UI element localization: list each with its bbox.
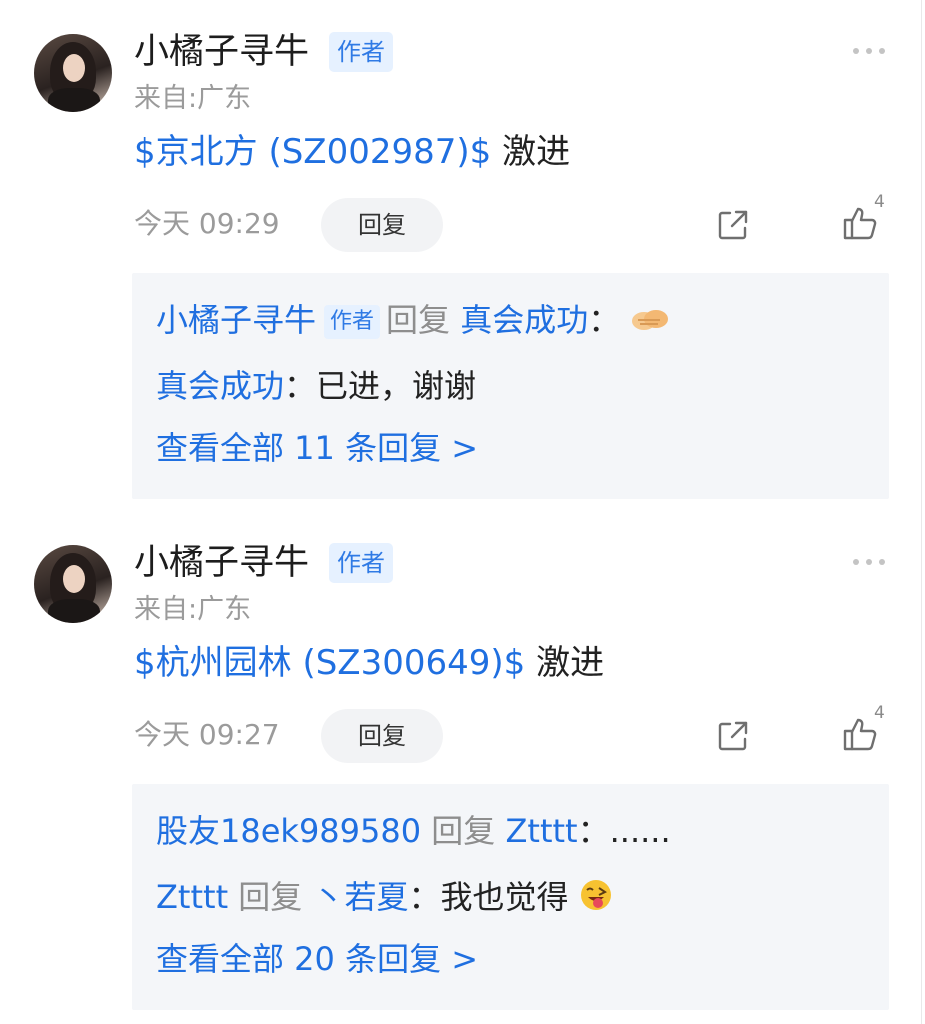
avatar[interactable] [34,34,112,112]
comment-content: $杭州园林 (SZ300649)$ 激进 [134,641,604,685]
reply-target[interactable]: Ztttt [505,812,577,850]
comment-text: 激进 [525,643,605,683]
reply-verb: 回复 [386,301,451,339]
reply-target[interactable]: 真会成功 [460,301,588,339]
reply-button[interactable]: 回复 [321,198,443,252]
author-name[interactable]: 小橘子寻牛 [134,30,309,74]
share-icon[interactable] [716,719,750,753]
reply-verb: 回复 [238,878,303,916]
stock-tag-link[interactable]: $杭州园林 (SZ300649)$ [134,643,525,683]
more-options-icon[interactable] [853,559,885,565]
view-all-replies-link[interactable]: 查看全部 11 条回复 > [156,426,478,470]
reply-colon: ： [284,367,317,405]
replies-panel: 小橘子寻牛 作者 回复 真会成功： 真会成功：已进，谢谢 查看全部 11 条回复 > [132,273,889,499]
comment-post: 小橘子寻牛 作者 来自:广东 $杭州园林 (SZ300649)$ 激进 今天 0… [0,511,925,1023]
reply-colon: ： [577,812,610,850]
avatar[interactable] [34,545,112,623]
timestamp: 今天 09:29 [134,207,280,240]
handshake-emoji-icon [632,310,669,330]
comment-content: $京北方 (SZ002987)$ 激进 [134,130,570,174]
timestamp: 今天 09:27 [134,718,280,751]
winking-tongue-emoji-icon [580,880,611,910]
replies-panel: 股友18ek989580 回复 Ztttt：...... Ztttt 回复 丶若… [132,784,889,1010]
like-count: 4 [874,192,885,212]
reply-target[interactable]: 丶若夏 [312,878,408,916]
author-name[interactable]: 小橘子寻牛 [134,541,309,585]
comment-post: 小橘子寻牛 作者 来自:广东 $京北方 (SZ002987)$ 激进 今天 09… [0,0,925,512]
location-label: 来自:广东 [134,83,252,114]
reply-author[interactable]: 真会成功 [156,367,284,405]
reply-author[interactable]: Ztttt [156,878,228,916]
like-count: 4 [874,703,885,723]
view-all-replies-link[interactable]: 查看全部 20 条回复 > [156,937,478,981]
reply-item[interactable]: Ztttt 回复 丶若夏：我也觉得 [156,875,613,919]
reply-colon: ： [408,878,441,916]
author-badge: 作者 [329,543,393,583]
reply-verb: 回复 [431,812,496,850]
reply-button[interactable]: 回复 [321,709,443,763]
author-badge: 作者 [329,32,393,72]
reply-colon: ： [588,301,621,339]
reply-text: ...... [609,812,671,850]
location-label: 来自:广东 [134,594,252,625]
reply-text: 我也觉得 [440,878,569,916]
reply-item[interactable]: 小橘子寻牛 作者 回复 真会成功： [156,298,670,342]
reply-author[interactable]: 小橘子寻牛 [156,301,316,339]
reply-author[interactable]: 股友18ek989580 [156,812,421,850]
reply-item[interactable]: 股友18ek989580 回复 Ztttt：...... [156,809,671,853]
comment-text: 激进 [491,132,571,172]
more-options-icon[interactable] [853,48,885,54]
stock-tag-link[interactable]: $京北方 (SZ002987)$ [134,132,491,172]
author-badge: 作者 [324,305,381,339]
reply-item[interactable]: 真会成功：已进，谢谢 [156,364,476,408]
reply-text: 已进，谢谢 [316,367,477,405]
share-icon[interactable] [716,208,750,242]
